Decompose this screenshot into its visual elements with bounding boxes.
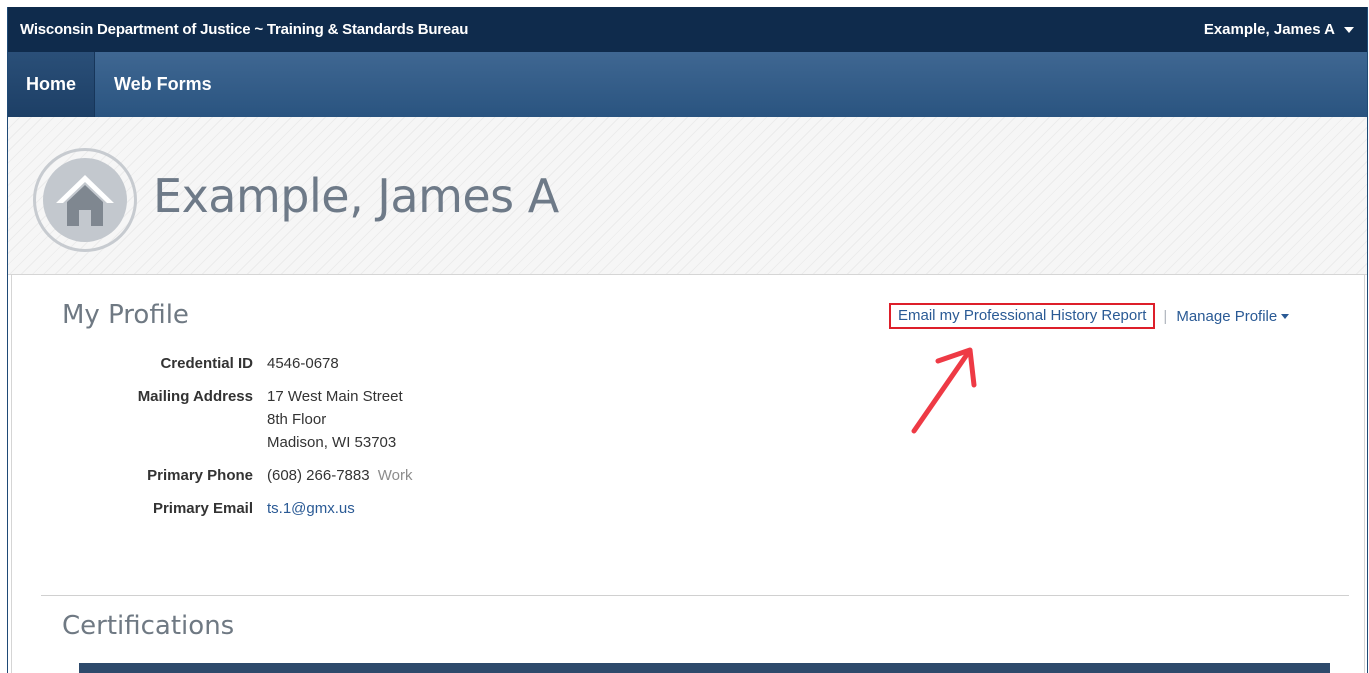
nav-home[interactable]: Home <box>8 52 96 117</box>
user-menu[interactable]: Example, James A <box>1204 21 1354 38</box>
top-bar: Wisconsin Department of Justice ~ Traini… <box>8 7 1367 52</box>
credential-id-row: Credential ID 4546-0678 <box>72 352 412 375</box>
profile-name-heading: Example, James A <box>153 169 559 223</box>
nav-home-label: Home <box>26 74 77 94</box>
address-line-1: 17 West Main Street <box>267 388 403 405</box>
section-divider <box>41 595 1349 596</box>
certifications-heading: Certifications <box>62 611 235 641</box>
primary-phone-label: Primary Phone <box>147 467 253 484</box>
primary-email-link[interactable]: ts.1@gmx.us <box>267 500 355 517</box>
profile-header: Example, James A <box>8 117 1367 275</box>
mailing-address-label: Mailing Address <box>137 388 253 405</box>
nav-web-forms-label: Web Forms <box>114 74 212 94</box>
my-profile-heading: My Profile <box>62 300 189 330</box>
primary-phone-row: Primary Phone (608) 266-7883 Work <box>72 464 412 487</box>
mailing-address-value: 17 West Main Street 8th Floor Madison, W… <box>267 385 403 454</box>
home-icon <box>33 148 137 252</box>
action-separator: | <box>1163 307 1168 325</box>
address-line-3: Madison, WI 53703 <box>267 434 397 451</box>
user-name: Example, James A <box>1203 21 1335 38</box>
mailing-address-row: Mailing Address 17 West Main Street 8th … <box>72 385 412 454</box>
house-shape <box>56 175 114 226</box>
credential-id-value: 4546-0678 <box>267 355 339 372</box>
main-nav: Home Web Forms <box>8 52 1367 117</box>
profile-fields: Credential ID 4546-0678 Mailing Address … <box>72 352 413 530</box>
primary-phone-type: Work <box>377 467 413 484</box>
app-window: Wisconsin Department of Justice ~ Traini… <box>7 7 1368 673</box>
manage-profile-label: Manage Profile <box>1176 307 1278 325</box>
primary-email-row: Primary Email ts.1@gmx.us <box>72 497 412 520</box>
site-title: Wisconsin Department of Justice ~ Traini… <box>20 21 469 38</box>
caret-down-icon <box>1344 26 1354 33</box>
primary-email-label: Primary Email <box>152 500 253 517</box>
profile-actions: Email my Professional History Report | M… <box>889 303 1290 329</box>
email-professional-history-report-link[interactable]: Email my Professional History Report <box>889 303 1156 329</box>
manage-profile-dropdown[interactable]: Manage Profile <box>1176 307 1290 325</box>
caret-down-icon <box>1281 313 1290 319</box>
certifications-table-header <box>79 663 1330 673</box>
annotation-arrow-icon <box>911 347 977 434</box>
address-line-2: 8th Floor <box>267 411 327 428</box>
profile-panel: My Profile Email my Professional History… <box>11 274 1365 673</box>
nav-web-forms[interactable]: Web Forms <box>95 52 231 117</box>
primary-phone-value: (608) 266-7883 <box>267 467 370 484</box>
credential-id-label: Credential ID <box>160 355 253 372</box>
